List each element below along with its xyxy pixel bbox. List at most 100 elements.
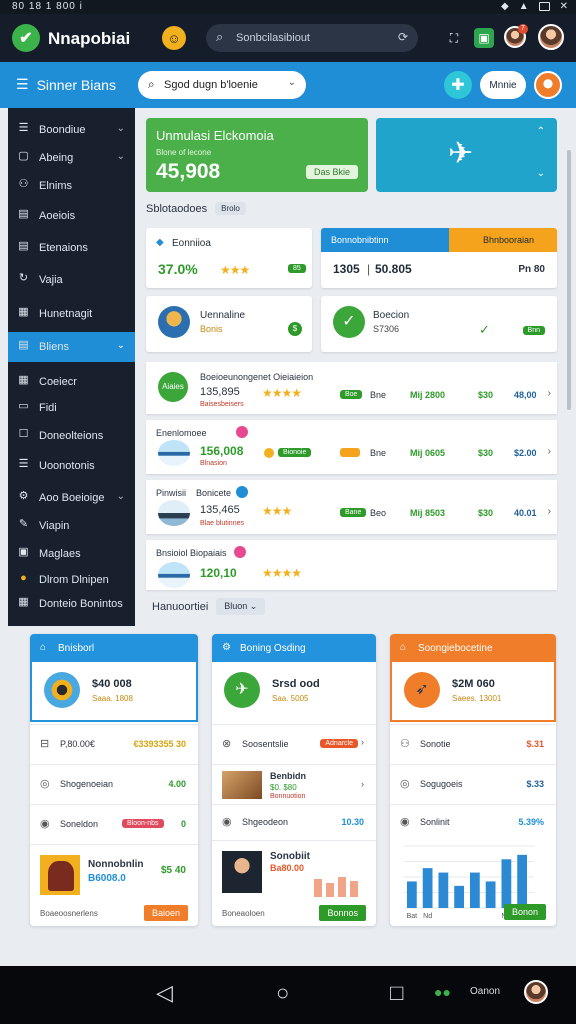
menu-icon[interactable]: ☰ (16, 76, 29, 93)
panel-2-summary[interactable]: ✈ Srsd ood Saa. 5005 (212, 662, 376, 722)
sidebar-item-14[interactable]: ▣ Maglaes (8, 542, 135, 566)
toolbar-pill-button[interactable]: Mnnie (480, 71, 526, 99)
toolbar-select[interactable]: ⌕ Sgod dugn b'loenie ⌄ (138, 71, 306, 99)
list-item[interactable]: Bnsioiol Biopaiais 120,10 ★★★★ (146, 540, 557, 590)
refresh-icon[interactable]: ⟳ (398, 30, 408, 44)
list-item-chip: Boe (340, 390, 363, 399)
sidebar-item-label: Dlrom Dlnipen (39, 574, 109, 586)
doc-icon[interactable]: ▣ (474, 28, 494, 48)
chevron-right-icon[interactable]: › (548, 506, 551, 517)
sidebar-item-12[interactable]: ⚙ Aoo Boeioige ⌄ (8, 486, 135, 510)
list-item[interactable]: Aiaies Boeioeunongenet Oieiaieion 135,89… (146, 362, 557, 414)
nav-avatar[interactable] (524, 980, 548, 1004)
secondary-filter: Hanuoortiei Bluon ⌄ (152, 598, 266, 615)
back-icon[interactable]: ◁ (156, 980, 173, 1006)
list-item[interactable]: Pinwisii Bonicete 135,465 Blae blutinnes… (146, 480, 557, 534)
secondary-filter-pill[interactable]: Bluon ⌄ (216, 598, 266, 615)
recents-icon[interactable]: □ (390, 980, 403, 1006)
sidebar-item-16[interactable]: ▦ Donteio Bonintos (8, 592, 135, 616)
overview-value-2: 50.805 (375, 262, 412, 276)
leaf-icon[interactable]: ●● (434, 984, 451, 1000)
promo-title: Nonnobnlin (88, 859, 144, 870)
sidebar-item-13[interactable]: ✎ Viapin (8, 514, 135, 538)
chevron-down-icon[interactable]: ⌄ (117, 123, 125, 134)
row-thumbnail (222, 771, 262, 799)
chevron-down-icon[interactable]: ⌄ (117, 340, 125, 351)
sidebar-item-15[interactable]: ● Dlrom Dlnipen (8, 568, 135, 592)
sidebar-item-10[interactable]: ☐ Doneolteions (8, 424, 135, 448)
sidebar-item-11[interactable]: ☰ Uoonotonis (8, 454, 135, 478)
sim-card-subtitle: Blone of lecone (156, 148, 212, 157)
list-item-chip-orange (340, 448, 360, 457)
sidebar-item-6[interactable]: ▦ Hunetnagit (8, 302, 135, 326)
promo-bars (270, 875, 360, 897)
people-icon: ⚇ (18, 178, 29, 190)
panel-row-label: P,80.00€ (60, 739, 95, 749)
chevron-right-icon[interactable]: › (361, 737, 364, 747)
expand-icon[interactable]: ⛶ (444, 28, 464, 48)
sidebar-item-label: Aoeiois (39, 210, 76, 222)
panel-1-action-button[interactable]: Baioen (143, 905, 188, 921)
chart-bar (438, 872, 449, 908)
panel-row[interactable]: ◎ Shogenoeian 4.00 (30, 764, 198, 804)
panel-1-summary[interactable]: $40 008 Saaa. 1808 (30, 662, 198, 722)
panel-2-action-button[interactable]: Bonnos (319, 905, 366, 921)
booking-card[interactable]: ✓ Boecion S7306 ✓ Bnn (321, 296, 557, 352)
sim-card-button[interactable]: Das Bkie (305, 165, 358, 179)
scrollbar[interactable] (567, 150, 571, 410)
chevron-up-icon[interactable]: ⌃ (537, 126, 545, 137)
chevron-down-icon[interactable]: ⌄ (117, 151, 125, 162)
rating-card[interactable]: ◆ Eonniioa 37.0% ★★★ 85 (146, 228, 312, 288)
list-item[interactable]: Enenlomoee 156,008 Blnasion Bionoie Bne … (146, 420, 557, 474)
sidebar-item-8[interactable]: ▦ Coeiecr (8, 370, 135, 394)
sidebar-item-0[interactable]: ☰ Boondiue ⌄ (8, 118, 135, 142)
sidebar-item-1[interactable]: ▢ Abeing ⌄ (8, 146, 135, 170)
section-filter-pill[interactable]: Brolo (215, 202, 246, 215)
flight-card[interactable]: ⌃ ✈ ⌄ (376, 118, 557, 192)
folder-icon: ▭ (18, 400, 29, 412)
panel-promo[interactable]: Sonobiit Ba80.00 Boneaoloen Bonnos (212, 840, 376, 926)
panel-row[interactable]: ◉ Soneldon Bloon-nbs 0 (30, 804, 198, 844)
panel-3-action-button[interactable]: Bonon (503, 904, 546, 920)
search-input[interactable]: ⌕ Sonbcilasibiout ⟳ (206, 24, 418, 52)
profile-avatar[interactable] (538, 24, 564, 50)
sidebar-item-2[interactable]: ⚇ Elnims (8, 174, 135, 198)
panel-row[interactable]: ◉ Sonlinit 5.39% (390, 804, 556, 840)
sidebar-item-label: Etenaions (39, 242, 88, 254)
chevron-right-icon[interactable]: › (548, 388, 551, 399)
coin-icon (264, 448, 274, 458)
panel-3: ⌂ Soongiebocetine ➶ $2M 060 Saees. 13001… (390, 634, 556, 926)
panel-row[interactable]: ⊟ P,80.00€ €3393355 30 (30, 724, 198, 764)
simulation-card[interactable]: Unmulasi Elckomoia Blone of lecone 45,90… (146, 118, 368, 192)
sidebar-item-4[interactable]: ▤ Etenaions (8, 236, 135, 260)
panel-row[interactable]: ⚇ Sonotie $.31 (390, 724, 556, 764)
sidebar-item-3[interactable]: ▤ Aoeiois (8, 204, 135, 228)
add-button[interactable]: ✚ (444, 71, 472, 99)
app-logo-icon[interactable]: ✔ (12, 24, 40, 52)
sidebar-item-9[interactable]: ▭ Fidi (8, 396, 135, 420)
chevron-down-icon[interactable]: ⌄ (117, 491, 125, 502)
checkmark-icon: ✓ (333, 306, 365, 338)
chevron-right-icon[interactable]: › (361, 779, 364, 789)
panel-footer-label: Boneaoloen (222, 909, 265, 918)
panel-3-summary[interactable]: ➶ $2M 060 Saees. 13001 (390, 662, 556, 722)
overview-card[interactable]: Bonnobnibtinn Bhnbooraian 1305 | 50.805 … (321, 228, 557, 288)
chart-bar (485, 881, 496, 908)
panel-row[interactable]: Benbidn $0. $80 Bonnuotion › (212, 764, 376, 804)
smiley-icon[interactable]: ☺ (162, 26, 186, 50)
profile-card[interactable]: Uennaline Bonis $ (146, 296, 312, 352)
panel-row[interactable]: ◉ Shgeodeon 10.30 (212, 804, 376, 840)
panel-promo[interactable]: Nonnobnlin B6008.0 $5 40 Boaeoosnerlens … (30, 844, 198, 926)
account-icon[interactable] (534, 71, 562, 99)
sidebar-item-7[interactable]: ▤ Bliens ⌄ (8, 332, 135, 362)
box-icon: ▢ (18, 150, 29, 162)
chevron-down-icon[interactable]: ⌄ (537, 168, 545, 179)
panel-row[interactable]: ◎ Sogugoeis $.33 (390, 764, 556, 804)
home-icon[interactable]: ○ (276, 980, 289, 1006)
chevron-right-icon[interactable]: › (548, 446, 551, 457)
list-item-cell: $30 (478, 448, 494, 458)
section-filter-label: Sblotaodoes (146, 202, 208, 215)
battery-icon (538, 2, 550, 11)
sidebar-item-5[interactable]: ↻ Vajia (8, 268, 135, 292)
panel-row[interactable]: ⊗ Soosentslie Adnarcle › (212, 724, 376, 764)
